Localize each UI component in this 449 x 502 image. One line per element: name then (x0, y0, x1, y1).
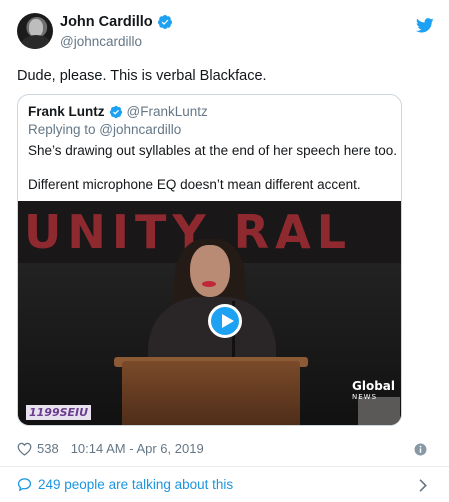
quoted-author-handle: @FrankLuntz (126, 104, 208, 119)
avatar[interactable] (17, 13, 53, 49)
footer-divider (0, 466, 449, 467)
quoted-text-line-1: She’s drawing out syllables at the end o… (28, 143, 397, 158)
chat-bubble-icon (17, 478, 32, 492)
video-thumbnail[interactable]: UNITY RAL 1199SEIU Global NEWS (18, 201, 401, 425)
global-news-name: Global (352, 379, 396, 393)
tweet-card: John Cardillo @johncardillo Dude, please… (0, 0, 449, 502)
speaker-face (190, 245, 230, 297)
quoted-header: Frank Luntz @FrankLuntz (28, 104, 208, 119)
chevron-right-icon[interactable] (418, 479, 427, 492)
global-news-sub: NEWS (352, 393, 378, 401)
author-name-row[interactable]: John Cardillo (60, 14, 173, 30)
author-handle[interactable]: @johncardillo (60, 34, 142, 49)
podium (122, 361, 300, 425)
play-icon[interactable] (208, 304, 242, 338)
conversation-link[interactable]: 249 people are talking about this (17, 477, 233, 492)
info-icon[interactable] (414, 443, 427, 456)
quoted-tweet[interactable]: Frank Luntz @FrankLuntz Replying to @joh… (17, 94, 402, 426)
replying-to: Replying to @johncardillo (28, 122, 181, 137)
twitter-bird-icon[interactable] (416, 18, 434, 33)
quoted-author-name: Frank Luntz (28, 104, 105, 119)
speaker-lips (202, 281, 216, 287)
verified-badge-icon (157, 15, 172, 30)
tweet-timestamp[interactable]: 10:14 AM - Apr 6, 2019 (71, 441, 204, 456)
heart-icon[interactable] (17, 442, 32, 456)
replying-to-prefix: Replying to (28, 122, 100, 137)
seiu-sign: 1199SEIU (26, 405, 92, 420)
global-news-logo: Global NEWS (352, 379, 396, 403)
verified-badge-icon (109, 105, 122, 118)
avatar-body (21, 35, 51, 49)
tweet-meta: 538 10:14 AM - Apr 6, 2019 (17, 441, 204, 456)
conversation-text[interactable]: 249 people are talking about this (38, 477, 233, 492)
replying-to-mention: @johncardillo (99, 122, 182, 137)
like-count[interactable]: 538 (37, 441, 59, 456)
quoted-text-line-2: Different microphone EQ doesn’t mean dif… (28, 177, 361, 192)
tweet-text: Dude, please. This is verbal Blackface. (17, 68, 267, 84)
author-name[interactable]: John Cardillo (60, 14, 153, 30)
